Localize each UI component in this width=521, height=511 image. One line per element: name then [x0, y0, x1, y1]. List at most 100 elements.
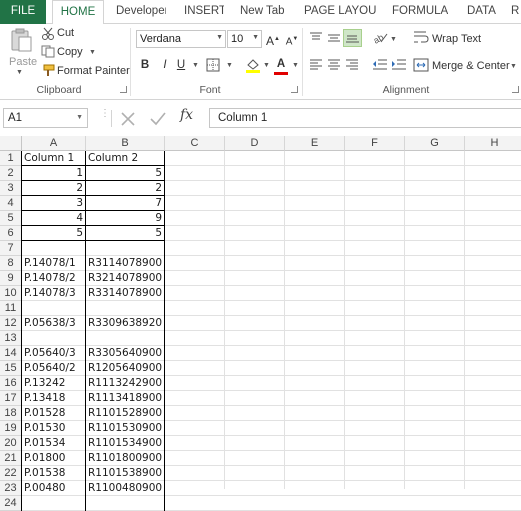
column-header-c[interactable]: C — [165, 136, 225, 151]
align-left-icon[interactable] — [309, 59, 323, 71]
orientation-dropdown-icon[interactable]: ▼ — [390, 36, 397, 43]
cell-a4[interactable]: 3 — [22, 196, 85, 210]
cell-b20[interactable]: R1101534900 — [86, 436, 164, 450]
cancel-icon[interactable] — [120, 111, 136, 127]
cell-b13[interactable] — [86, 331, 164, 345]
enter-icon[interactable] — [149, 111, 167, 127]
tab-formulas[interactable]: FORMULAS — [392, 0, 448, 24]
tab-file[interactable]: FILE — [0, 0, 46, 24]
drag-handle-icon[interactable]: ⋮ — [100, 109, 110, 126]
tab-new-tab[interactable]: New Tab — [240, 0, 284, 24]
cut-button[interactable]: Cut — [57, 27, 74, 39]
top-align-icon[interactable] — [309, 32, 323, 44]
tab-review-partial[interactable]: R — [511, 0, 521, 24]
merge-dropdown-icon[interactable]: ▼ — [510, 63, 517, 70]
font-color-icon[interactable]: A — [272, 55, 290, 73]
tab-insert[interactable]: INSERT — [184, 0, 224, 24]
tab-developer[interactable]: Developer — [116, 0, 166, 24]
row-header-20[interactable]: 20 — [0, 436, 22, 451]
increase-indent-icon[interactable] — [391, 59, 407, 71]
row-header-4[interactable]: 4 — [0, 196, 22, 211]
row-header-6[interactable]: 6 — [0, 226, 22, 241]
row-header-1[interactable]: 1 — [0, 151, 22, 166]
row-header-16[interactable]: 16 — [0, 376, 22, 391]
borders-icon[interactable] — [206, 58, 220, 72]
cell-b14[interactable]: R3305640900 — [86, 346, 164, 360]
copy-button[interactable]: Copy — [57, 46, 83, 58]
column-header-d[interactable]: D — [225, 136, 285, 151]
cell-a16[interactable]: P.13242 — [22, 376, 85, 390]
row-header-11[interactable]: 11 — [0, 301, 22, 316]
decrease-font-size-icon[interactable]: A▼ — [283, 30, 301, 48]
merge-center-button[interactable]: Merge & Center — [432, 60, 510, 72]
row-header-17[interactable]: 17 — [0, 391, 22, 406]
tab-data[interactable]: DATA — [467, 0, 497, 24]
cell-b5[interactable]: 9 — [86, 211, 164, 225]
orientation-icon[interactable]: ab — [372, 30, 388, 44]
cell-a22[interactable]: P.01538 — [22, 466, 85, 480]
worksheet-grid[interactable]: A B C D E F G H 1 2 3 4 5 6 7 8 9 10 11 12 13 14 15 16 17 18 19 20 2… — [0, 136, 521, 511]
underline-button[interactable]: U — [172, 56, 190, 74]
cell-a19[interactable]: P.01530 — [22, 421, 85, 435]
insert-function-icon[interactable]: fx — [180, 107, 193, 123]
cell-b2[interactable]: 5 — [86, 166, 164, 180]
cell-a13[interactable] — [22, 331, 85, 345]
cell-a17[interactable]: P.13418 — [22, 391, 85, 405]
cell-b24[interactable] — [86, 496, 164, 510]
fill-color-icon[interactable] — [245, 57, 261, 73]
cell-b22[interactable]: R1101538900 — [86, 466, 164, 480]
cell-b23[interactable]: R1100480900 — [86, 481, 164, 495]
borders-dropdown-icon[interactable]: ▼ — [226, 62, 233, 69]
cell-b9[interactable]: R3214078900 — [86, 271, 164, 285]
cell-a8[interactable]: P.14078/1 — [22, 256, 85, 270]
align-right-icon[interactable] — [345, 59, 359, 71]
cell-a7[interactable] — [22, 241, 85, 255]
cell-a1[interactable]: Column 1 — [22, 151, 85, 165]
row-header-21[interactable]: 21 — [0, 451, 22, 466]
column-header-f[interactable]: F — [345, 136, 405, 151]
clipboard-launcher-icon[interactable] — [120, 86, 127, 93]
font-size-select[interactable]: 10 ▼ — [227, 30, 262, 48]
row-header-8[interactable]: 8 — [0, 256, 22, 271]
cell-a3[interactable]: 2 — [22, 181, 85, 195]
cell-a5[interactable]: 4 — [22, 211, 85, 225]
cell-a18[interactable]: P.01528 — [22, 406, 85, 420]
column-header-e[interactable]: E — [285, 136, 345, 151]
row-header-10[interactable]: 10 — [0, 286, 22, 301]
paste-dropdown-icon[interactable]: ▼ — [16, 69, 23, 76]
cell-b15[interactable]: R1205640900 — [86, 361, 164, 375]
name-box[interactable]: A1 ▼ — [3, 108, 88, 128]
cell-b8[interactable]: R3114078900 — [86, 256, 164, 270]
bottom-align-button[interactable] — [343, 29, 362, 47]
cell-a23[interactable]: P.00480 — [22, 481, 85, 495]
format-painter-button[interactable]: Format Painter — [57, 65, 130, 77]
middle-align-icon[interactable] — [327, 32, 341, 44]
cell-a11[interactable] — [22, 301, 85, 315]
paste-button[interactable]: Paste — [9, 56, 37, 68]
row-header-19[interactable]: 19 — [0, 421, 22, 436]
row-header-13[interactable]: 13 — [0, 331, 22, 346]
tab-home[interactable]: HOME — [52, 0, 104, 25]
cell-b1[interactable]: Column 2 — [86, 151, 164, 165]
cell-a2[interactable]: 1 — [22, 166, 85, 180]
cell-b19[interactable]: R1101530900 — [86, 421, 164, 435]
bold-button[interactable]: B — [136, 56, 154, 74]
row-header-9[interactable]: 9 — [0, 271, 22, 286]
cell-a10[interactable]: P.14078/3 — [22, 286, 85, 300]
copy-dropdown-icon[interactable]: ▼ — [89, 49, 96, 56]
font-name-select[interactable]: Verdana ▼ — [136, 30, 226, 48]
row-header-22[interactable]: 22 — [0, 466, 22, 481]
cell-b17[interactable]: R1113418900 — [86, 391, 164, 405]
formula-input[interactable]: Column 1 — [209, 108, 521, 128]
cell-a12[interactable]: P.05638/3 — [22, 316, 85, 330]
cell-a6[interactable]: 5 — [22, 226, 85, 240]
row-header-12[interactable]: 12 — [0, 316, 22, 331]
wrap-text-button[interactable]: Wrap Text — [432, 33, 481, 45]
cell-b21[interactable]: R1101800900 — [86, 451, 164, 465]
column-header-a[interactable]: A — [22, 136, 86, 151]
underline-dropdown-icon[interactable]: ▼ — [192, 62, 199, 69]
fill-color-dropdown-icon[interactable]: ▼ — [263, 62, 270, 69]
row-header-18[interactable]: 18 — [0, 406, 22, 421]
cell-b18[interactable]: R1101528900 — [86, 406, 164, 420]
cell-b6[interactable]: 5 — [86, 226, 164, 240]
